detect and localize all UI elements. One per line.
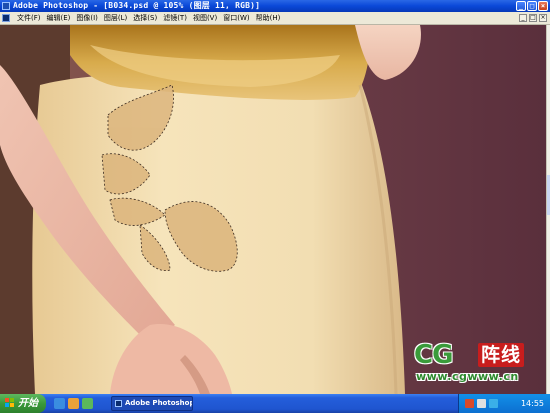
canvas-image xyxy=(0,25,546,394)
task-label: Adobe Photoshop xyxy=(125,399,193,407)
menu-filter[interactable]: 滤镜(T) xyxy=(160,12,190,24)
tray-antivirus-icon[interactable] xyxy=(465,399,474,408)
menu-view[interactable]: 视图(V) xyxy=(190,12,220,24)
menu-select[interactable]: 选择(S) xyxy=(130,12,160,24)
photoshop-app-icon xyxy=(2,2,10,10)
menu-layer[interactable]: 图层(L) xyxy=(101,12,130,24)
watermark-cg-text: CG xyxy=(414,340,453,370)
menu-image[interactable]: 图像(I) xyxy=(73,12,101,24)
folder-icon[interactable] xyxy=(68,398,79,409)
close-button[interactable]: × xyxy=(538,1,548,11)
menu-file[interactable]: 文件(F) xyxy=(14,12,44,24)
watermark-logo: CG 阵线 www.cgwww.cn xyxy=(412,340,538,386)
minimize-button[interactable]: _ xyxy=(516,1,526,11)
ie-icon[interactable] xyxy=(54,398,65,409)
document-minimize-button[interactable]: _ xyxy=(519,14,527,22)
vertical-scrollbar[interactable] xyxy=(546,25,550,394)
taskbar: 开始 Adobe Photoshop 14:55 xyxy=(0,394,550,413)
menu-edit[interactable]: 编辑(E) xyxy=(44,12,74,24)
tray-network-icon[interactable] xyxy=(489,399,498,408)
clock: 14:55 xyxy=(520,399,544,408)
menu-window[interactable]: 窗口(W) xyxy=(220,12,252,24)
tray-volume-icon[interactable] xyxy=(477,399,486,408)
menu-help[interactable]: 帮助(H) xyxy=(253,12,284,24)
document-close-button[interactable]: × xyxy=(539,14,547,22)
document-restore-button[interactable]: □ xyxy=(529,14,537,22)
watermark-chinese-text: 阵线 xyxy=(478,343,525,367)
media-icon[interactable] xyxy=(82,398,93,409)
start-button[interactable]: 开始 xyxy=(0,394,46,413)
start-label: 开始 xyxy=(18,398,38,409)
quick-launch xyxy=(54,398,93,409)
taskbar-photoshop-button[interactable]: Adobe Photoshop xyxy=(111,396,193,411)
watermark-url: www.cgwww.cn xyxy=(416,370,519,383)
window-title: Adobe Photoshop - [B034.psd @ 105% (图层 1… xyxy=(13,1,261,10)
title-bar: Adobe Photoshop - [B034.psd @ 105% (图层 1… xyxy=(0,0,550,12)
windows-logo-icon xyxy=(5,398,15,408)
maximize-button[interactable]: □ xyxy=(527,1,537,11)
window-controls: _ □ × xyxy=(516,1,548,11)
document-window-controls: _ □ × xyxy=(519,14,547,22)
document-icon[interactable] xyxy=(2,14,10,22)
photoshop-task-icon xyxy=(115,400,122,407)
system-tray: 14:55 xyxy=(458,394,550,413)
document-canvas[interactable] xyxy=(0,25,546,394)
menu-bar: 文件(F) 编辑(E) 图像(I) 图层(L) 选择(S) 滤镜(T) 视图(V… xyxy=(0,12,550,25)
